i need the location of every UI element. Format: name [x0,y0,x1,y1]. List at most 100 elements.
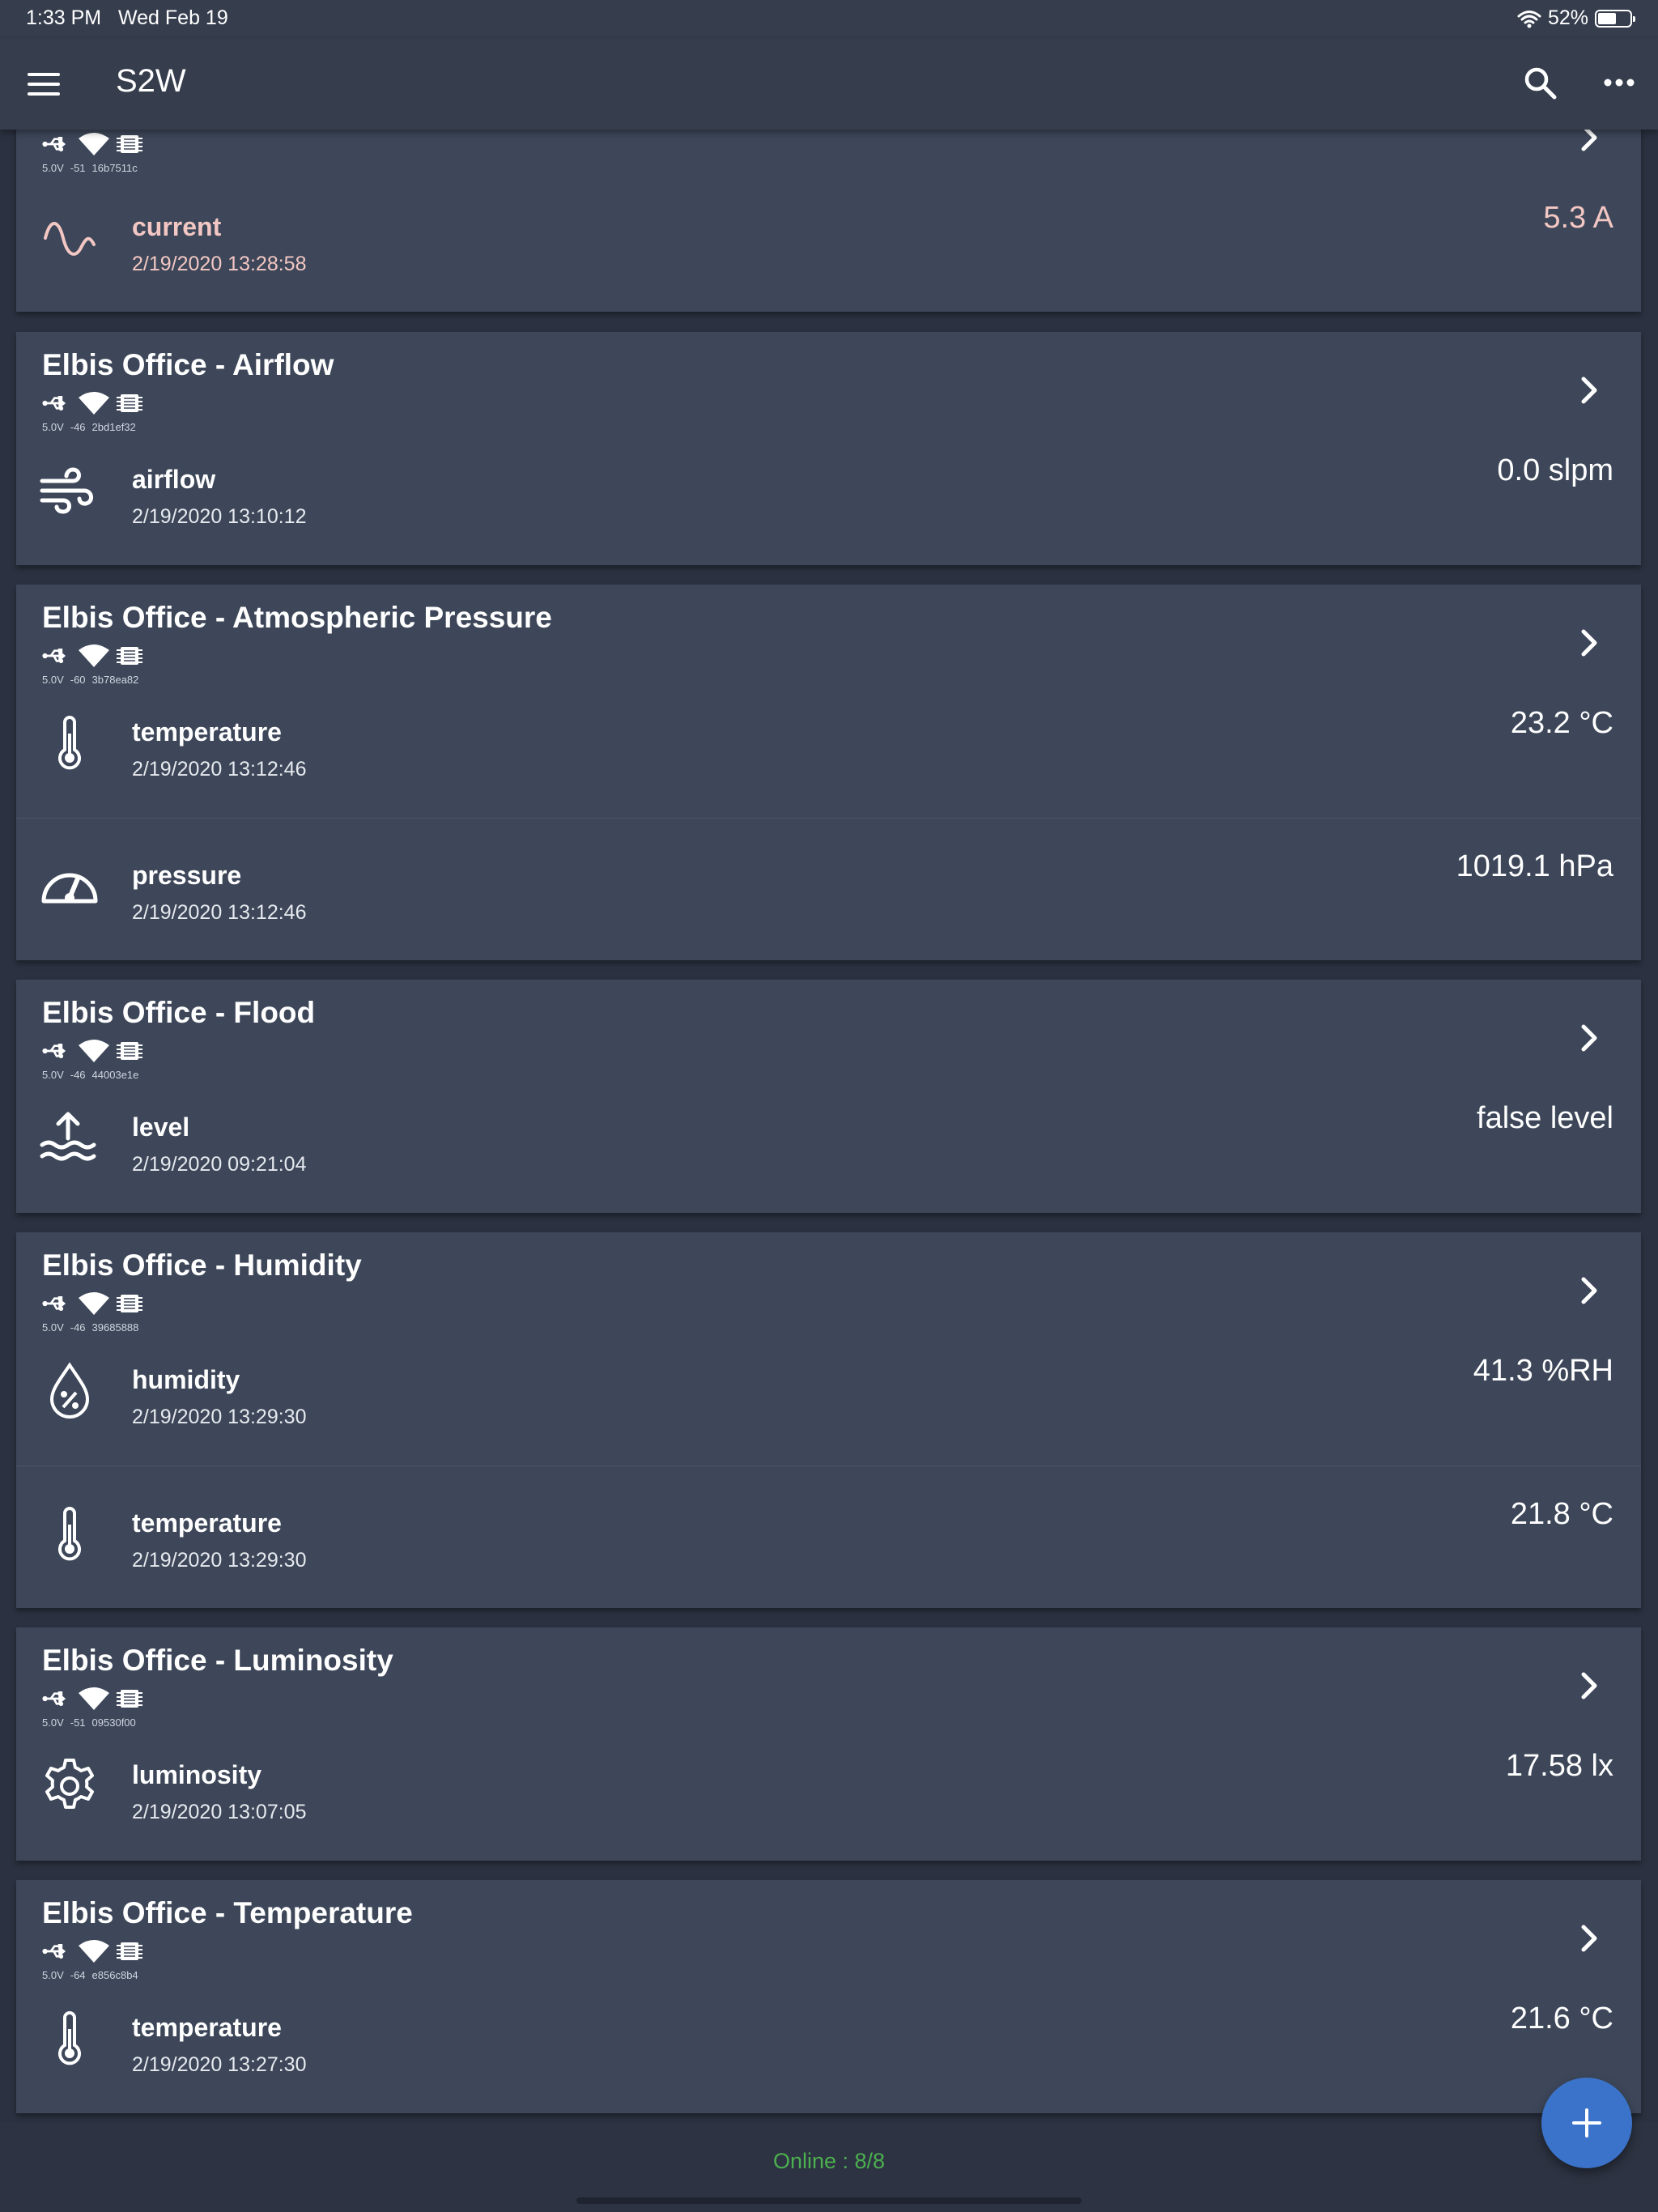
sensor-value: 41.3 %RH [1473,1354,1613,1388]
search-icon[interactable] [1522,65,1558,100]
device-card[interactable]: Elbis Office - Humidity 5.0V -46 39685888 … [16,1232,1641,1608]
footer-bar: Online : 8/8 [0,2123,1658,2212]
sine-wave-icon [39,207,100,269]
sensor-name: humidity [132,1365,240,1394]
device-card[interactable]: Elbis Office - Flood 5.0V -46 44003e1e lev… [16,980,1641,1213]
flood-icon [39,1108,100,1169]
chevron-right-icon[interactable] [1573,130,1605,154]
device-card[interactable]: 5.0V -51 16b7511c current 2/19/2020 13:28:… [16,130,1641,312]
sensor-value: 23.2 °C [1510,706,1613,740]
chevron-right-icon[interactable] [1573,1022,1605,1054]
chip-icon [117,644,142,667]
usb-icon [42,1689,71,1708]
usb-icon [42,646,71,666]
online-status: Online : 8/8 [772,2149,886,2173]
usb-icon [42,1942,71,1961]
thermometer-icon [39,2008,100,2069]
device-card[interactable]: Elbis Office - Atmospheric Pressure 5.0V… [16,585,1641,960]
wifi-signal-icon [78,132,110,156]
wifi-signal-icon [78,1939,110,1963]
chevron-right-icon[interactable] [1573,627,1605,659]
chevron-right-icon[interactable] [1573,1922,1605,1955]
sensor-row[interactable]: pressure 2/19/2020 13:12:46 1019.1 hPa [16,818,1641,961]
battery-percent: 52% [1547,6,1588,29]
chip-icon [117,1292,142,1315]
wifi-signal-icon [78,1687,110,1711]
usb-icon [42,134,71,154]
sensor-timestamp: 2/19/2020 13:27:30 [132,2053,307,2076]
sensor-row[interactable]: temperature 2/19/2020 13:29:30 21.8 °C [16,1465,1641,1609]
status-time: 1:33 PM [26,6,102,29]
sensor-value: false level [1477,1101,1613,1135]
sensor-row[interactable]: airflow 2/19/2020 13:10:12 0.0 slpm [16,423,1641,565]
sensor-row[interactable]: temperature 2/19/2020 13:12:46 23.2 °C [16,675,1641,818]
sensor-name: current [132,212,222,241]
app-bar: S2W [0,39,1658,130]
sensor-name: luminosity [132,1760,262,1789]
chip-icon [117,1940,142,1963]
gear-icon [39,1755,100,1817]
menu-icon[interactable] [28,71,62,97]
sensor-name: pressure [132,861,242,890]
sensor-name: temperature [132,717,282,747]
device-name: Elbis Office - Temperature [42,1896,413,1929]
system-status-bar: 1:33 PM Wed Feb 19 52% [0,0,1658,39]
device-name: Elbis Office - Flood [42,996,316,1029]
sensor-timestamp: 2/19/2020 09:21:04 [132,1153,307,1176]
sensor-name: level [132,1112,190,1142]
device-name: Elbis Office - Luminosity [42,1644,393,1677]
device-card[interactable]: Elbis Office - Luminosity 5.0V -51 09530f0… [16,1627,1641,1861]
wind-icon [39,460,100,521]
device-name: Elbis Office - Atmospheric Pressure [42,601,552,634]
wifi-signal-icon [78,1039,110,1063]
device-name: Elbis Office - Airflow [42,348,334,381]
wifi-signal-icon [78,391,110,415]
sensor-name: temperature [132,1508,282,1538]
sensor-row[interactable]: level 2/19/2020 09:21:04 false level [16,1070,1641,1213]
device-card[interactable]: Elbis Office - Airflow 5.0V -46 2bd1ef32 a… [16,332,1641,565]
sensor-value: 17.58 lx [1505,1749,1613,1783]
sensor-timestamp: 2/19/2020 13:28:58 [132,253,307,275]
usb-icon [42,1041,71,1061]
sensor-row[interactable]: current 2/19/2020 13:28:58 5.3 A [16,170,1641,313]
battery-icon [1595,9,1635,28]
home-indicator[interactable] [576,2197,1082,2204]
chevron-right-icon[interactable] [1573,1670,1605,1702]
chevron-right-icon[interactable] [1573,1274,1605,1307]
sensor-value: 1019.1 hPa [1456,849,1613,883]
wifi-signal-icon [78,644,110,668]
gauge-icon [39,856,100,917]
sensor-timestamp: 2/19/2020 13:29:30 [132,1406,307,1428]
sensor-timestamp: 2/19/2020 13:07:05 [132,1801,307,1823]
thermometer-icon [39,1504,100,1565]
add-device-button[interactable] [1541,2078,1632,2168]
chevron-right-icon[interactable] [1573,374,1605,406]
wifi-icon [1517,10,1541,28]
sensor-timestamp: 2/19/2020 13:10:12 [132,505,307,528]
sensor-name: airflow [132,465,216,494]
more-options-icon[interactable] [1603,78,1635,87]
usb-icon [42,393,71,413]
device-list[interactable]: 5.0V -51 16b7511c current 2/19/2020 13:28:… [0,130,1658,2123]
plus-icon [1572,2108,1601,2138]
status-right: 52% [1517,6,1635,30]
sensor-timestamp: 2/19/2020 13:12:46 [132,901,307,924]
chip-icon [117,1687,142,1710]
sensor-row[interactable]: temperature 2/19/2020 13:27:30 21.6 °C [16,1971,1641,2113]
chip-icon [117,133,142,155]
sensor-value: 21.6 °C [1510,2001,1613,2035]
thermometer-icon [39,713,100,774]
sensor-timestamp: 2/19/2020 13:12:46 [132,758,307,781]
device-name: Elbis Office - Humidity [42,1249,362,1282]
sensor-row[interactable]: luminosity 2/19/2020 13:07:05 17.58 lx [16,1718,1641,1861]
water-percent-icon [39,1360,100,1422]
app-title: S2W [116,63,186,99]
wifi-signal-icon [78,1291,110,1316]
sensor-timestamp: 2/19/2020 13:29:30 [132,1549,307,1572]
usb-icon [42,1294,71,1313]
sensor-value: 5.3 A [1543,201,1613,235]
device-card[interactable]: Elbis Office - Temperature 5.0V -64 e856c8… [16,1880,1641,2113]
sensor-row[interactable]: humidity 2/19/2020 13:29:30 41.3 %RH [16,1323,1641,1465]
status-date: Wed Feb 19 [118,6,228,29]
chip-icon [117,392,142,415]
